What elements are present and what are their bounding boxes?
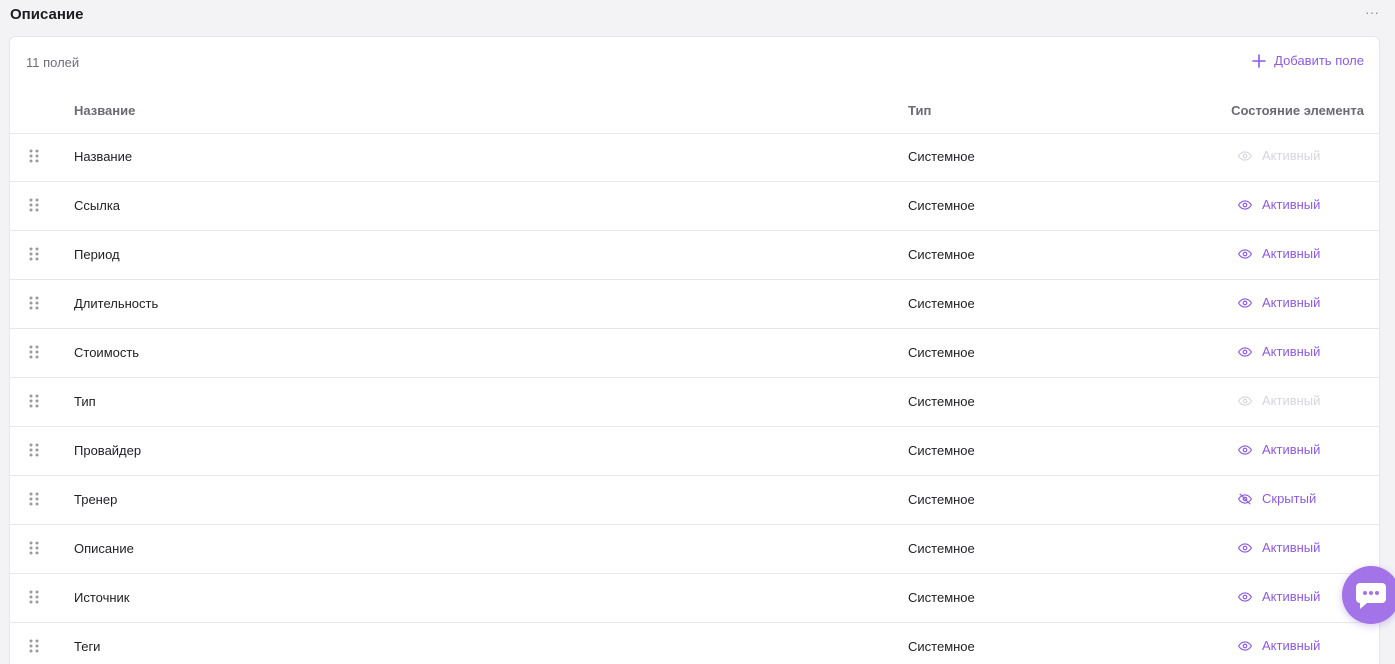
field-name: Период <box>74 247 120 262</box>
state-label: Активный <box>1262 148 1321 163</box>
fields-count: 11 полей <box>26 55 80 70</box>
field-name: Название <box>74 149 133 164</box>
state-label: Активный <box>1262 589 1321 604</box>
header-name: Название <box>74 103 136 118</box>
eye-icon <box>1238 296 1252 310</box>
field-name: Тренер <box>74 492 118 507</box>
fields-card: 11 полей Добавить поле Название Тип Сост… <box>9 36 1380 664</box>
eye-icon <box>1238 639 1252 653</box>
field-name: Описание <box>74 541 134 556</box>
table-row[interactable]: Провайдер Системное Активный <box>10 427 1379 476</box>
state-toggle[interactable]: Активный <box>1238 295 1320 310</box>
field-name: Провайдер <box>74 443 142 458</box>
eye-icon <box>1238 394 1252 408</box>
drag-handle-icon[interactable] <box>29 443 39 457</box>
state-label: Активный <box>1262 638 1321 653</box>
field-name: Ссылка <box>74 198 121 213</box>
field-type: Системное <box>908 149 975 164</box>
drag-handle-icon[interactable] <box>29 345 39 359</box>
field-name: Стоимость <box>74 345 140 360</box>
state-toggle[interactable]: Активный <box>1238 197 1320 212</box>
state-toggle[interactable]: Скрытый <box>1238 491 1316 506</box>
drag-handle-icon[interactable] <box>29 247 39 261</box>
eye-icon <box>1238 345 1252 359</box>
eye-icon <box>1238 247 1252 261</box>
state-toggle[interactable]: Активный <box>1238 638 1320 653</box>
state-toggle[interactable]: Активный <box>1238 344 1320 359</box>
eye-off-icon <box>1238 492 1252 506</box>
drag-handle-icon[interactable] <box>29 541 39 555</box>
state-toggle: Активный <box>1238 393 1320 408</box>
field-type: Системное <box>908 296 975 311</box>
state-toggle[interactable]: Активный <box>1238 442 1320 457</box>
state-toggle[interactable]: Активный <box>1238 589 1320 604</box>
more-options-button[interactable]: ··· <box>1365 4 1379 20</box>
table-row[interactable]: Теги Системное Активный <box>10 623 1379 664</box>
table-row[interactable]: Название Системное Активный <box>10 133 1379 182</box>
field-name: Источник <box>74 590 130 605</box>
section-title: Описание <box>10 6 84 23</box>
field-name: Длительность <box>74 296 159 311</box>
eye-icon <box>1238 590 1252 604</box>
state-label: Активный <box>1262 344 1321 359</box>
drag-handle-icon[interactable] <box>29 639 39 653</box>
field-type: Системное <box>908 541 975 556</box>
page: Описание ··· 11 полей Добавить поле Назв… <box>0 0 1395 664</box>
table-row[interactable]: Тренер Системное Скрытый <box>10 476 1379 525</box>
state-toggle: Активный <box>1238 148 1320 163</box>
drag-handle-icon[interactable] <box>29 296 39 310</box>
header-type: Тип <box>908 103 932 118</box>
field-type: Системное <box>908 345 975 360</box>
field-type: Системное <box>908 198 975 213</box>
field-type: Системное <box>908 639 975 654</box>
table-body: Название Системное Активный Ссылка Системное… <box>10 133 1379 664</box>
field-type: Системное <box>908 247 975 262</box>
state-label: Активный <box>1262 393 1321 408</box>
table-row[interactable]: Источник Системное Активный <box>10 574 1379 623</box>
add-field-button[interactable]: Добавить поле <box>1252 53 1364 68</box>
plus-icon <box>1252 53 1266 68</box>
drag-handle-icon[interactable] <box>29 394 39 408</box>
table-row[interactable]: Стоимость Системное Активный <box>10 329 1379 378</box>
field-type: Системное <box>908 443 975 458</box>
field-type: Системное <box>908 492 975 507</box>
drag-handle-icon[interactable] <box>29 149 39 163</box>
table-row[interactable]: Ссылка Системное Активный <box>10 182 1379 231</box>
table-row[interactable]: Тип Системное Активный <box>10 378 1379 427</box>
state-label: Активный <box>1262 540 1321 555</box>
table-row[interactable]: Длительность Системное Активный <box>10 280 1379 329</box>
state-toggle[interactable]: Активный <box>1238 540 1320 555</box>
add-field-label: Добавить поле <box>1274 53 1364 68</box>
eye-icon <box>1238 149 1252 163</box>
drag-handle-icon[interactable] <box>29 590 39 604</box>
drag-handle-icon[interactable] <box>29 198 39 212</box>
field-type: Системное <box>908 394 975 409</box>
state-label: Активный <box>1262 295 1321 310</box>
state-label: Скрытый <box>1262 491 1317 506</box>
state-label: Активный <box>1262 197 1321 212</box>
eye-icon <box>1238 541 1252 555</box>
eye-icon <box>1238 198 1252 212</box>
state-toggle[interactable]: Активный <box>1238 246 1320 261</box>
state-label: Активный <box>1262 246 1321 261</box>
field-type: Системное <box>908 590 975 605</box>
field-name: Теги <box>74 639 101 654</box>
drag-handle-icon[interactable] <box>29 492 39 506</box>
chat-button[interactable] <box>1342 566 1395 624</box>
header-state: Состояние элемента <box>1231 103 1364 118</box>
state-label: Активный <box>1262 442 1321 457</box>
table-row[interactable]: Период Системное Активный <box>10 231 1379 280</box>
table-header: Название Тип Состояние элемента <box>10 89 1379 134</box>
table-row[interactable]: Описание Системное Активный <box>10 525 1379 574</box>
field-name: Тип <box>74 394 96 409</box>
eye-icon <box>1238 443 1252 457</box>
